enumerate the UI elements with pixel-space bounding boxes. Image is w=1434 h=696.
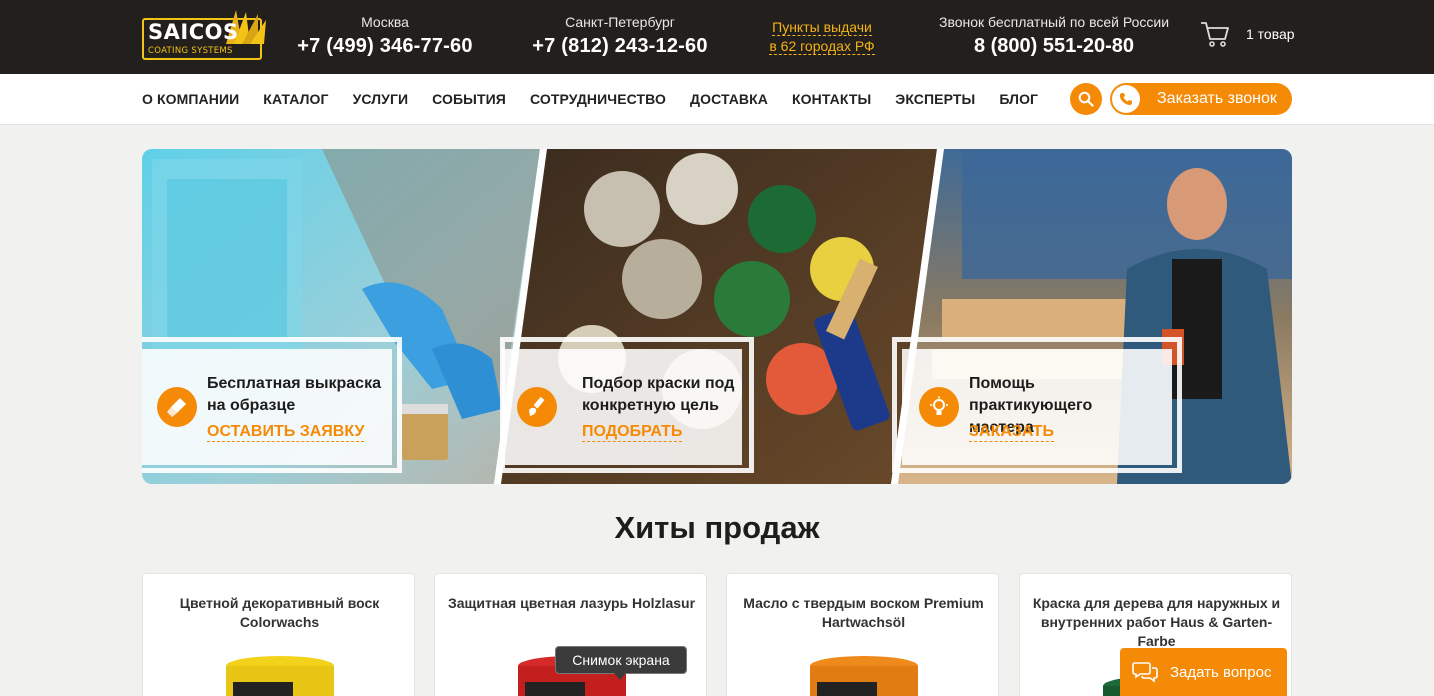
spb-city-label: Санкт-Петербург [565, 14, 675, 30]
main-nav-bar: О КОМПАНИИ КАТАЛОГ УСЛУГИ СОБЫТИЯ СОТРУД… [0, 74, 1434, 125]
service-card-master[interactable]: Помощь практикующего мастера ЗАКАЗАТЬ [892, 337, 1182, 473]
ask-question-button[interactable]: Задать вопрос [1120, 648, 1287, 696]
cart-button[interactable]: 1 товар [1200, 20, 1295, 48]
order-master-link[interactable]: ЗАКАЗАТЬ [969, 423, 1054, 442]
saicos-logo[interactable]: SAICOS COATING SYSTEMS [142, 10, 268, 60]
pickup-line-1: Пункты выдачи [772, 19, 872, 36]
nav-item-cooperation[interactable]: СОТРУДНИЧЕСТВО [530, 91, 666, 107]
chat-icon [1132, 662, 1158, 683]
product-can-image [810, 656, 918, 696]
free-call-phone-link[interactable]: 8 (800) 551-20-80 [930, 35, 1178, 58]
top-bar: SAICOS COATING SYSTEMS Москва +7 (499) 3… [0, 0, 1434, 74]
leave-request-link[interactable]: ОСТАВИТЬ ЗАЯВКУ [207, 423, 365, 442]
pickup-line-2: в 62 городах РФ [769, 38, 875, 55]
brush-icon [157, 387, 197, 427]
free-call-contact: Звонок бесплатный по всей России 8 (800)… [930, 14, 1178, 58]
paint-brush-icon [517, 387, 557, 427]
moscow-phone-link[interactable]: +7 (499) 346-77-60 [290, 35, 480, 58]
search-icon [1078, 91, 1094, 107]
screenshot-tooltip: Снимок экрана [555, 646, 687, 680]
card-title: Подбор краски под конкретную цель [582, 375, 735, 414]
card-title: Бесплатная выкраска на образце [207, 375, 381, 414]
moscow-contact: Москва +7 (499) 346-77-60 [290, 14, 480, 58]
main-nav: О КОМПАНИИ КАТАЛОГ УСЛУГИ СОБЫТИЯ СОТРУД… [142, 91, 1062, 107]
service-card-sample[interactable]: Бесплатная выкраска на образце ОСТАВИТЬ … [142, 337, 402, 473]
select-paint-link[interactable]: ПОДОБРАТЬ [582, 423, 683, 442]
nav-item-experts[interactable]: ЭКСПЕРТЫ [895, 91, 975, 107]
cart-count: 1 товар [1246, 26, 1295, 42]
free-call-label: Звонок бесплатный по всей России [938, 14, 1170, 30]
product-card[interactable]: Цветной декоративный воск Colorwachs [142, 573, 415, 696]
order-callback-button[interactable]: Заказать звонок [1110, 83, 1292, 115]
product-can-image [226, 656, 334, 696]
product-name[interactable]: Защитная цветная лазурь Holzlasur [445, 594, 698, 613]
product-card[interactable]: Защитная цветная лазурь Holzlasur [434, 573, 707, 696]
nav-item-contacts[interactable]: КОНТАКТЫ [792, 91, 871, 107]
cart-icon [1201, 22, 1229, 47]
nav-item-catalog[interactable]: КАТАЛОГ [263, 91, 328, 107]
spb-contact: Санкт-Петербург +7 (812) 243-12-60 [525, 14, 715, 58]
product-name[interactable]: Цветной декоративный воск Colorwachs [153, 594, 406, 632]
phone-icon [1119, 93, 1132, 105]
ask-question-label: Задать вопрос [1170, 663, 1272, 681]
pickup-points-link[interactable]: Пункты выдачи в 62 городах РФ [760, 18, 884, 56]
moscow-city-label: Москва [361, 14, 409, 30]
search-button[interactable] [1070, 83, 1102, 115]
nav-item-events[interactable]: СОБЫТИЯ [432, 91, 506, 107]
lightbulb-icon [919, 387, 959, 427]
services-banner: Бесплатная выкраска на образце ОСТАВИТЬ … [142, 149, 1292, 484]
service-card-selection[interactable]: Подбор краски под конкретную цель ПОДОБР… [500, 337, 762, 473]
nav-item-company[interactable]: О КОМПАНИИ [142, 91, 239, 107]
logo-subtitle: COATING SYSTEMS [148, 46, 233, 56]
nav-item-delivery[interactable]: ДОСТАВКА [690, 91, 768, 107]
product-card[interactable]: Масло с твердым воском Premium Hartwachs… [726, 573, 999, 696]
phone-icon-circle [1112, 85, 1140, 113]
order-callback-label: Заказать звонок [1157, 90, 1277, 107]
logo-word: SAICOS [148, 20, 239, 44]
nav-item-blog[interactable]: БЛОГ [999, 91, 1038, 107]
product-name[interactable]: Краска для дерева для наружных и внутрен… [1030, 594, 1283, 651]
spb-phone-link[interactable]: +7 (812) 243-12-60 [525, 35, 715, 58]
product-name[interactable]: Масло с твердым воском Premium Hartwachs… [737, 594, 990, 632]
bestsellers-heading: Хиты продаж [614, 510, 820, 545]
nav-item-services[interactable]: УСЛУГИ [353, 91, 409, 107]
